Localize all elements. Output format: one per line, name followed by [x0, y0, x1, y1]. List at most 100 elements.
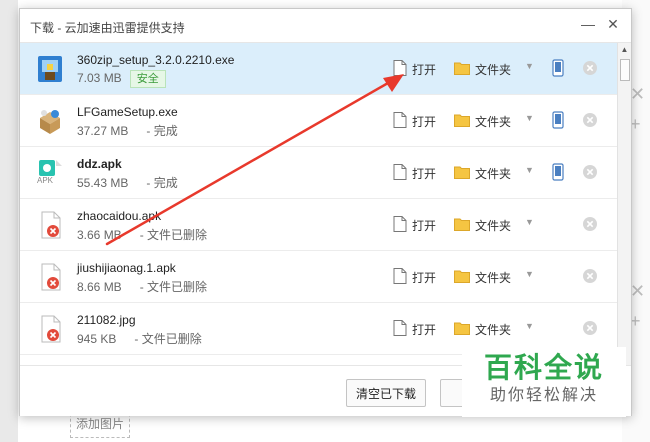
- folder-label: 文件夹: [475, 62, 512, 77]
- download-row[interactable]: APK ddz.apk 55.43 MB - 完成 打开 文件夹 ▼: [20, 147, 617, 199]
- document-icon: [393, 111, 412, 131]
- file-name[interactable]: zhaocaidou.apk: [77, 209, 161, 223]
- chevron-down-icon[interactable]: ▼: [525, 217, 534, 227]
- document-icon: [393, 319, 412, 339]
- file-name[interactable]: jiushijiaonag.1.apk: [77, 261, 176, 275]
- delete-icon[interactable]: [582, 112, 598, 128]
- file-size: 7.03 MB: [77, 71, 122, 85]
- background-close-icon[interactable]: ✕: [630, 282, 645, 300]
- chevron-down-icon[interactable]: ▼: [525, 269, 534, 279]
- watermark-subtitle: 助你轻松解决: [489, 387, 598, 404]
- file-meta: 8.66 MB - 文件已删除: [77, 278, 207, 295]
- folder-label: 文件夹: [475, 270, 512, 285]
- send-to-phone-icon[interactable]: [552, 59, 564, 77]
- chevron-down-icon[interactable]: ▼: [525, 113, 534, 123]
- chevron-down-icon[interactable]: ▼: [525, 321, 534, 331]
- scrollbar[interactable]: ▲: [617, 43, 631, 365]
- missing-file-icon: [36, 210, 64, 240]
- file-status: - 文件已删除: [134, 332, 202, 346]
- file-name[interactable]: ddz.apk: [77, 157, 122, 171]
- open-label: 打开: [412, 322, 437, 337]
- open-file-button[interactable]: 打开: [393, 111, 437, 131]
- folder-icon: [454, 113, 475, 130]
- delete-icon[interactable]: [582, 60, 598, 76]
- scroll-thumb[interactable]: [620, 59, 630, 81]
- file-status: - 文件已删除: [139, 280, 208, 294]
- installer-icon: [36, 54, 64, 84]
- clear-downloaded-button[interactable]: 清空已下载: [346, 379, 426, 407]
- file-size: 3.66 MB: [77, 228, 122, 242]
- file-meta: 37.27 MB - 完成: [77, 122, 178, 139]
- file-size: 945 KB: [77, 332, 117, 346]
- chevron-down-icon[interactable]: ▼: [525, 61, 534, 71]
- download-row[interactable]: jiushijiaonag.1.apk 8.66 MB - 文件已删除 打开 文件夹 ▼: [20, 251, 617, 303]
- document-icon: [393, 267, 412, 287]
- open-label: 打开: [412, 114, 437, 129]
- file-meta: 945 KB - 文件已删除: [77, 330, 202, 347]
- file-size: 37.27 MB: [77, 124, 129, 138]
- open-folder-button[interactable]: 文件夹: [454, 320, 511, 338]
- file-status: - 文件已删除: [139, 228, 208, 242]
- folder-icon: [454, 269, 475, 286]
- folder-label: 文件夹: [475, 322, 512, 337]
- open-folder-button[interactable]: 文件夹: [454, 216, 511, 234]
- file-name[interactable]: 360zip_setup_3.2.0.2210.exe: [77, 53, 234, 67]
- apk-icon: APK: [36, 158, 64, 188]
- apk-label: APK: [37, 176, 54, 185]
- file-size: 55.43 MB: [77, 176, 129, 190]
- open-folder-button[interactable]: 文件夹: [454, 60, 511, 78]
- download-row[interactable]: zhaocaidou.apk 3.66 MB - 文件已删除 打开 文件夹 ▼: [20, 199, 617, 251]
- open-folder-button[interactable]: 文件夹: [454, 268, 511, 286]
- send-to-phone-icon[interactable]: [552, 111, 564, 129]
- open-file-button[interactable]: 打开: [393, 163, 437, 183]
- open-folder-button[interactable]: 文件夹: [454, 112, 511, 130]
- delete-icon[interactable]: [582, 216, 598, 232]
- watermark-title: 百科全说: [483, 352, 604, 383]
- document-icon: [393, 59, 412, 79]
- document-icon: [393, 163, 412, 183]
- send-to-phone-icon[interactable]: [552, 163, 564, 181]
- safe-badge: 安全: [129, 70, 166, 88]
- file-meta: 55.43 MB - 完成: [77, 174, 178, 191]
- file-meta: 3.66 MB - 文件已删除: [77, 226, 207, 243]
- open-file-button[interactable]: 打开: [393, 267, 437, 287]
- file-name[interactable]: 211082.jpg: [77, 313, 136, 327]
- open-folder-button[interactable]: 文件夹: [454, 164, 511, 182]
- open-label: 打开: [412, 270, 437, 285]
- download-row[interactable]: 360zip_setup_3.2.0.2210.exe 7.03 MB 安全 打开 文件…: [20, 43, 617, 95]
- file-status: - 完成: [146, 176, 178, 190]
- open-label: 打开: [412, 166, 437, 181]
- folder-icon: [454, 165, 475, 182]
- open-label: 打开: [412, 62, 437, 77]
- close-button[interactable]: ✕: [605, 16, 621, 32]
- dialog-title: 下载 - 云加速由迅雷提供支持: [30, 21, 185, 35]
- folder-label: 文件夹: [475, 166, 512, 181]
- background-close-icon[interactable]: ✕: [630, 85, 645, 103]
- open-label: 打开: [412, 218, 437, 233]
- delete-icon[interactable]: [582, 320, 598, 336]
- file-meta: 7.03 MB 安全: [77, 70, 166, 88]
- missing-file-icon: [36, 314, 64, 344]
- dialog-titlebar: 下载 - 云加速由迅雷提供支持 — ✕: [20, 9, 631, 43]
- open-file-button[interactable]: 打开: [393, 319, 437, 339]
- scroll-up-icon[interactable]: ▲: [618, 45, 631, 54]
- open-file-button[interactable]: 打开: [393, 215, 437, 235]
- background-left-strip: [0, 0, 18, 442]
- open-file-button[interactable]: 打开: [393, 59, 437, 79]
- minimize-button[interactable]: —: [580, 16, 596, 32]
- folder-label: 文件夹: [475, 114, 512, 129]
- folder-icon: [454, 217, 475, 234]
- file-name[interactable]: LFGameSetup.exe: [77, 105, 178, 119]
- folder-icon: [454, 321, 475, 338]
- download-row[interactable]: LFGameSetup.exe 37.27 MB - 完成 打开 文件夹 ▼: [20, 95, 617, 147]
- file-status: - 完成: [146, 124, 178, 138]
- delete-icon[interactable]: [582, 164, 598, 180]
- document-icon: [393, 215, 412, 235]
- delete-icon[interactable]: [582, 268, 598, 284]
- missing-file-icon: [36, 262, 64, 292]
- watermark-logo: 百科全说 助你轻松解决: [462, 347, 626, 417]
- chevron-down-icon[interactable]: ▼: [525, 165, 534, 175]
- setup-box-icon: [36, 106, 64, 136]
- download-list: 360zip_setup_3.2.0.2210.exe 7.03 MB 安全 打开 文件…: [20, 43, 617, 365]
- folder-icon: [454, 61, 475, 78]
